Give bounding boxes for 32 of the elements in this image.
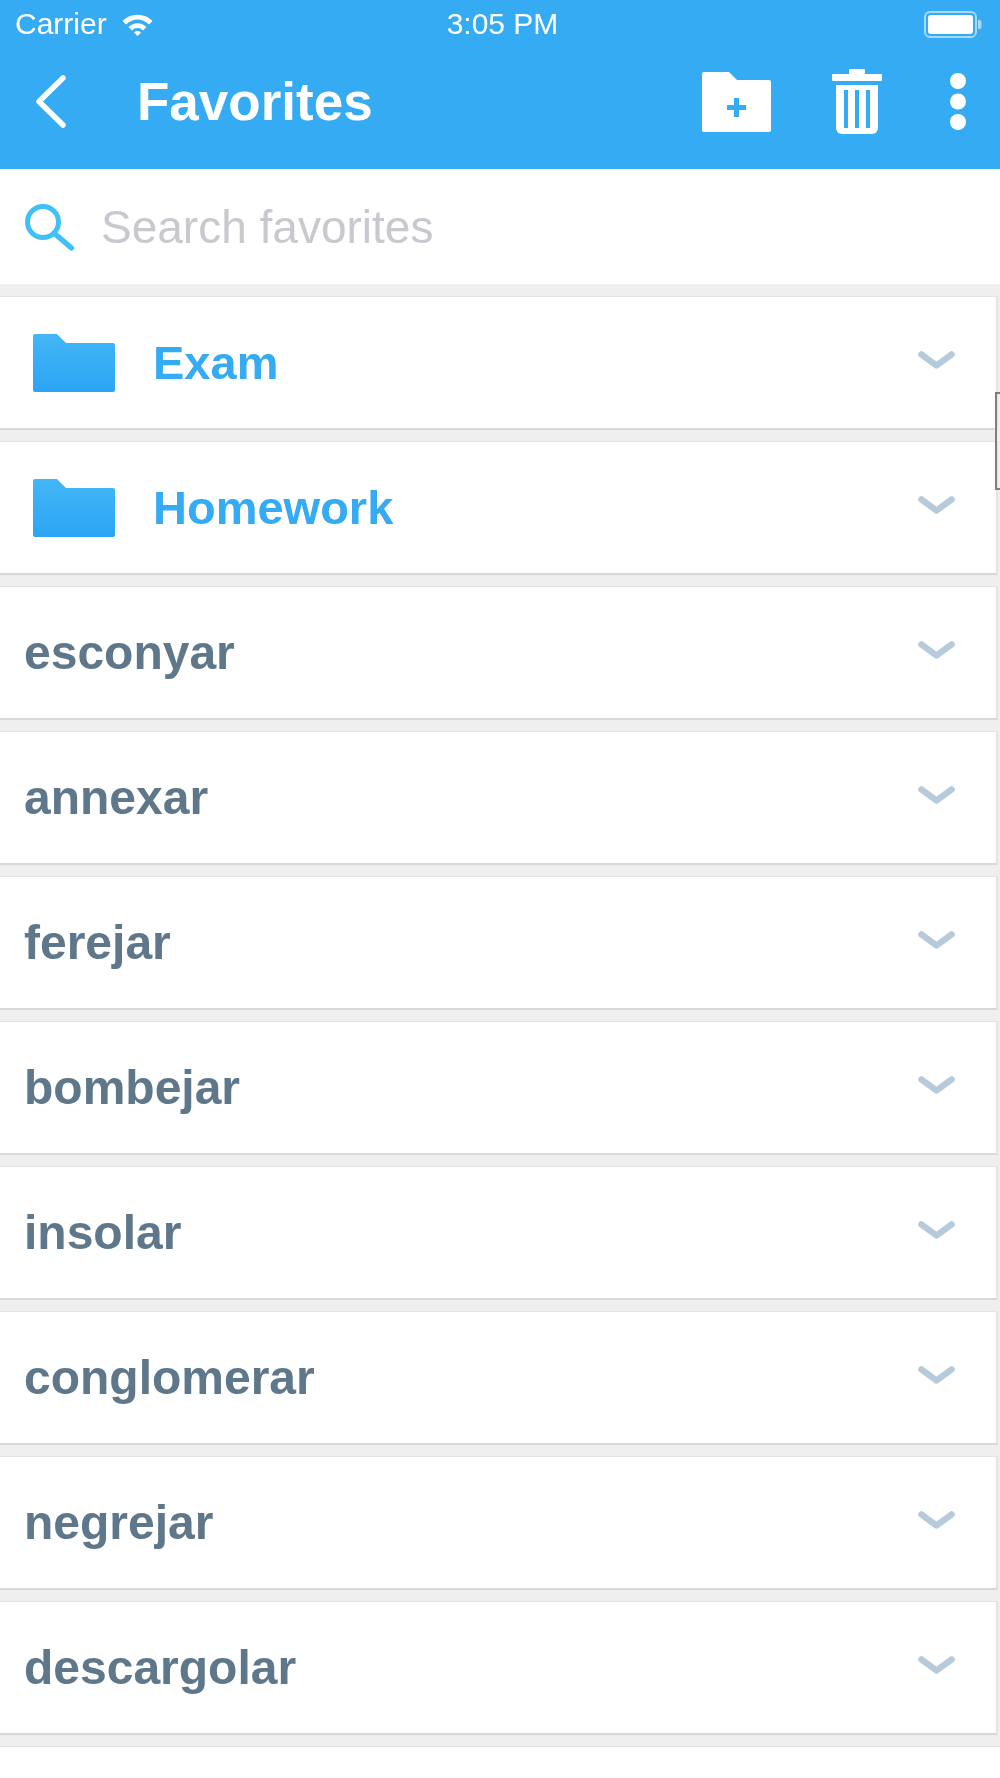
trash-icon[interactable] xyxy=(832,69,882,134)
chevron-down-icon xyxy=(918,785,955,804)
chevron-down-icon xyxy=(918,640,955,659)
chevron-down-icon xyxy=(918,350,955,369)
folder-icon xyxy=(33,333,115,392)
folder-item[interactable]: Exam xyxy=(0,296,998,430)
back-icon[interactable] xyxy=(34,75,67,128)
wifi-icon xyxy=(120,12,154,36)
chevron-down-icon xyxy=(918,930,955,949)
chevron-down-icon xyxy=(918,495,955,514)
word-item[interactable]: descargolar xyxy=(0,1601,998,1735)
new-folder-icon[interactable] xyxy=(702,71,771,132)
screen-title: Favorites xyxy=(137,71,373,132)
chevron-down-icon xyxy=(918,1510,955,1529)
word-item[interactable]: bombejar xyxy=(0,1021,998,1155)
carrier-label: Carrier xyxy=(15,7,107,41)
more-icon[interactable] xyxy=(950,73,966,130)
word-item[interactable]: annexar xyxy=(0,731,998,865)
search-icon xyxy=(24,202,75,251)
time-label: 3:05 PM xyxy=(446,7,559,41)
chevron-down-icon xyxy=(918,1075,955,1094)
word-item[interactable]: ferejar xyxy=(0,876,998,1010)
folder-icon xyxy=(33,478,115,537)
battery-icon xyxy=(924,10,982,38)
word-item[interactable]: conglomerar xyxy=(0,1311,998,1445)
word-item[interactable]: negrejar xyxy=(0,1456,998,1590)
chevron-down-icon xyxy=(918,1365,955,1384)
word-item[interactable]: esconyar xyxy=(0,586,998,720)
chevron-down-icon xyxy=(918,1220,955,1239)
folder-item[interactable]: Homework xyxy=(0,441,998,575)
word-item[interactable]: insolar xyxy=(0,1166,998,1300)
chevron-down-icon xyxy=(918,1655,955,1674)
